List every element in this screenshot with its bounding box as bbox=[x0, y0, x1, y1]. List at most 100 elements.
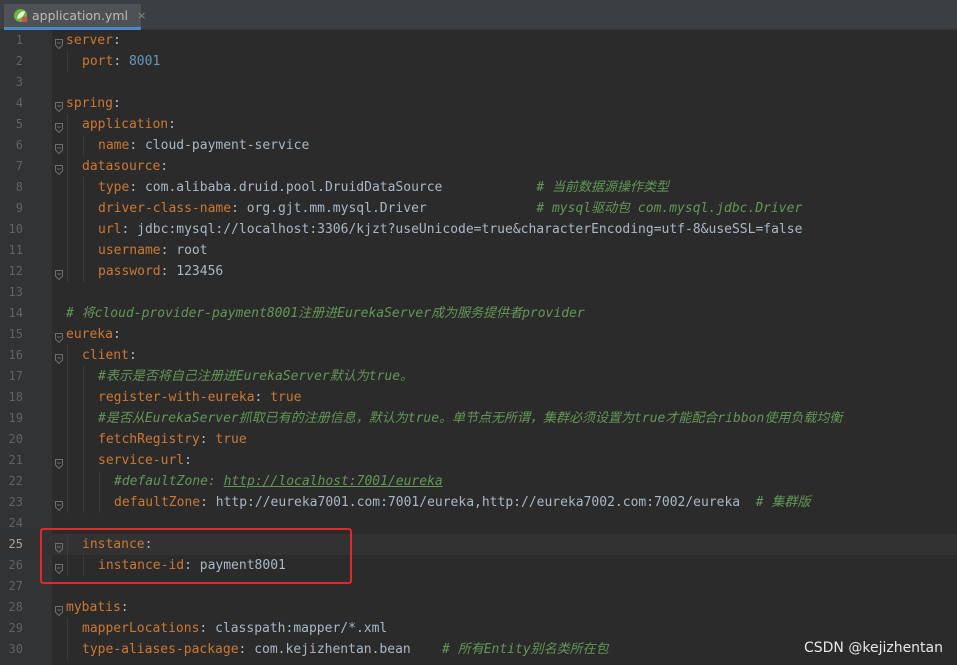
indent-guide bbox=[67, 240, 68, 261]
code-token: : bbox=[168, 117, 176, 132]
code-token: : bbox=[120, 600, 129, 615]
code-token: : bbox=[254, 390, 271, 405]
code-token: #是否从EurekaServer抓取已有的注册信息，默认为true。单节点无所谓… bbox=[98, 411, 843, 426]
code-editor[interactable]: 1 server: 2 port: 8001 3 4 spring: 5 application… bbox=[0, 30, 957, 665]
line-number: 14 bbox=[8, 306, 23, 320]
code-token: : bbox=[200, 495, 216, 510]
code-line[interactable]: 5 application: bbox=[0, 114, 957, 135]
code-line[interactable]: 18 register-with-eureka: true bbox=[0, 387, 957, 408]
indent-guide bbox=[83, 240, 84, 261]
code-content: #表示是否将自己注册进EurekaServer默认为true。 bbox=[98, 366, 413, 387]
indent-guide bbox=[67, 114, 68, 135]
tab-label: application.yml bbox=[32, 8, 128, 23]
fold-marker-icon[interactable] bbox=[55, 350, 63, 365]
indent-guide bbox=[83, 429, 84, 450]
code-line[interactable]: 19 #是否从EurekaServer抓取已有的注册信息，默认为true。单节点无… bbox=[0, 408, 957, 429]
close-icon[interactable]: × bbox=[137, 9, 146, 22]
code-line[interactable]: 27 bbox=[0, 576, 957, 597]
code-line[interactable]: 8 type: com.alibaba.druid.pool.DruidDataS… bbox=[0, 177, 957, 198]
code-line[interactable]: 16 client: bbox=[0, 345, 957, 366]
indent-guide bbox=[83, 408, 84, 429]
line-number: 5 bbox=[15, 117, 23, 131]
indent-guide bbox=[67, 219, 68, 240]
code-line[interactable]: 22 #defaultZone: http://localhost:7001/eu… bbox=[0, 471, 957, 492]
line-number: 23 bbox=[8, 495, 23, 509]
code-line[interactable]: 13 bbox=[0, 282, 957, 303]
code-line[interactable]: 2 port: 8001 bbox=[0, 51, 957, 72]
code-line[interactable]: 3 bbox=[0, 72, 957, 93]
indent-guide bbox=[83, 219, 84, 240]
indent-guide bbox=[67, 408, 68, 429]
code-token: : bbox=[112, 33, 121, 48]
code-line[interactable]: 26 instance-id: payment8001 bbox=[0, 555, 957, 576]
fold-marker-icon[interactable] bbox=[55, 161, 63, 176]
code-token: : bbox=[184, 558, 200, 573]
code-content: fetchRegistry: true bbox=[98, 429, 247, 450]
code-line[interactable]: 1 server: bbox=[0, 30, 957, 51]
indent-guide bbox=[67, 387, 68, 408]
code-line[interactable]: 12 password: 123456 bbox=[0, 261, 957, 282]
code-token: type bbox=[98, 180, 130, 195]
line-number: 1 bbox=[15, 33, 23, 47]
code-token: 123456 bbox=[176, 264, 224, 279]
code-line[interactable]: 29 mapperLocations: classpath:mapper/*.xm… bbox=[0, 618, 957, 639]
fold-marker-icon[interactable] bbox=[55, 497, 63, 512]
code-line[interactable]: 24 bbox=[0, 513, 957, 534]
code-content: register-with-eureka: true bbox=[98, 387, 302, 408]
code-line[interactable]: 28 mybatis: bbox=[0, 597, 957, 618]
code-line[interactable]: 10 url: jdbc:mysql://localhost:3306/kjzt?… bbox=[0, 219, 957, 240]
fold-marker-icon[interactable] bbox=[55, 560, 63, 575]
code-content: service-url: bbox=[98, 450, 192, 471]
code-line[interactable]: 11 username: root bbox=[0, 240, 957, 261]
code-content: #是否从EurekaServer抓取已有的注册信息，默认为true。单节点无所谓… bbox=[98, 408, 842, 429]
code-token: # 集群版 bbox=[755, 495, 811, 510]
fold-marker-icon[interactable] bbox=[55, 266, 63, 281]
tab-application-yml[interactable]: application.yml × bbox=[4, 4, 146, 30]
fold-marker-icon[interactable] bbox=[55, 455, 63, 470]
code-content: mybatis: bbox=[66, 597, 129, 618]
code-line[interactable]: 21 service-url: bbox=[0, 450, 957, 471]
code-line[interactable]: 23 defaultZone: http://eureka7001.com:700… bbox=[0, 492, 957, 513]
line-number: 21 bbox=[8, 453, 23, 467]
code-token: fetchRegistry bbox=[98, 432, 200, 447]
code-line[interactable]: 25 instance: bbox=[0, 534, 957, 555]
fold-marker-icon[interactable] bbox=[55, 539, 63, 554]
code-token: : bbox=[160, 264, 177, 279]
code-line[interactable]: 20 fetchRegistry: true bbox=[0, 429, 957, 450]
code-line[interactable]: 9 driver-class-name: org.gjt.mm.mysql.Dri… bbox=[0, 198, 957, 219]
code-token: defaultZone bbox=[114, 495, 201, 510]
line-number: 4 bbox=[15, 96, 23, 110]
line-number: 6 bbox=[15, 138, 23, 152]
line-number: 20 bbox=[8, 432, 23, 446]
code-token: # 所有Entity别名类所在包 bbox=[442, 642, 609, 657]
indent-guide bbox=[83, 387, 84, 408]
fold-marker-icon[interactable] bbox=[55, 119, 63, 134]
code-token: com.alibaba.druid.pool.DruidDataSource bbox=[144, 180, 537, 195]
fold-marker-icon[interactable] bbox=[55, 35, 63, 50]
code-token: : bbox=[160, 243, 177, 258]
line-number: 30 bbox=[8, 642, 23, 656]
code-line[interactable]: 14 # 将cloud-provider-payment8001注册进Eureka… bbox=[0, 303, 957, 324]
code-token: name bbox=[98, 138, 130, 153]
code-token: http://eureka7001.com:7001/eureka,http:/… bbox=[215, 495, 756, 510]
code-content: eureka: bbox=[66, 324, 121, 345]
fold-marker-icon[interactable] bbox=[55, 329, 63, 344]
fold-marker-icon[interactable] bbox=[55, 140, 63, 155]
code-token: : bbox=[129, 180, 145, 195]
line-number: 25 bbox=[8, 537, 23, 551]
fold-marker-icon[interactable] bbox=[55, 98, 63, 113]
code-token: : bbox=[184, 453, 192, 468]
code-token: : bbox=[112, 96, 121, 111]
code-line[interactable]: 6 name: cloud-payment-service bbox=[0, 135, 957, 156]
code-token: #表示是否将自己注册进EurekaServer默认为true。 bbox=[98, 369, 414, 384]
code-line[interactable]: 17 #表示是否将自己注册进EurekaServer默认为true。 bbox=[0, 366, 957, 387]
code-token: : bbox=[112, 327, 121, 342]
fold-marker-icon[interactable] bbox=[55, 602, 63, 617]
code-line[interactable]: 4 spring: bbox=[0, 93, 957, 114]
code-token: : bbox=[231, 201, 247, 216]
code-token: true bbox=[270, 390, 302, 405]
indent-guide bbox=[83, 492, 84, 513]
code-line[interactable]: 15 eureka: bbox=[0, 324, 957, 345]
code-line[interactable]: 7 datasource: bbox=[0, 156, 957, 177]
indent-guide bbox=[67, 471, 68, 492]
